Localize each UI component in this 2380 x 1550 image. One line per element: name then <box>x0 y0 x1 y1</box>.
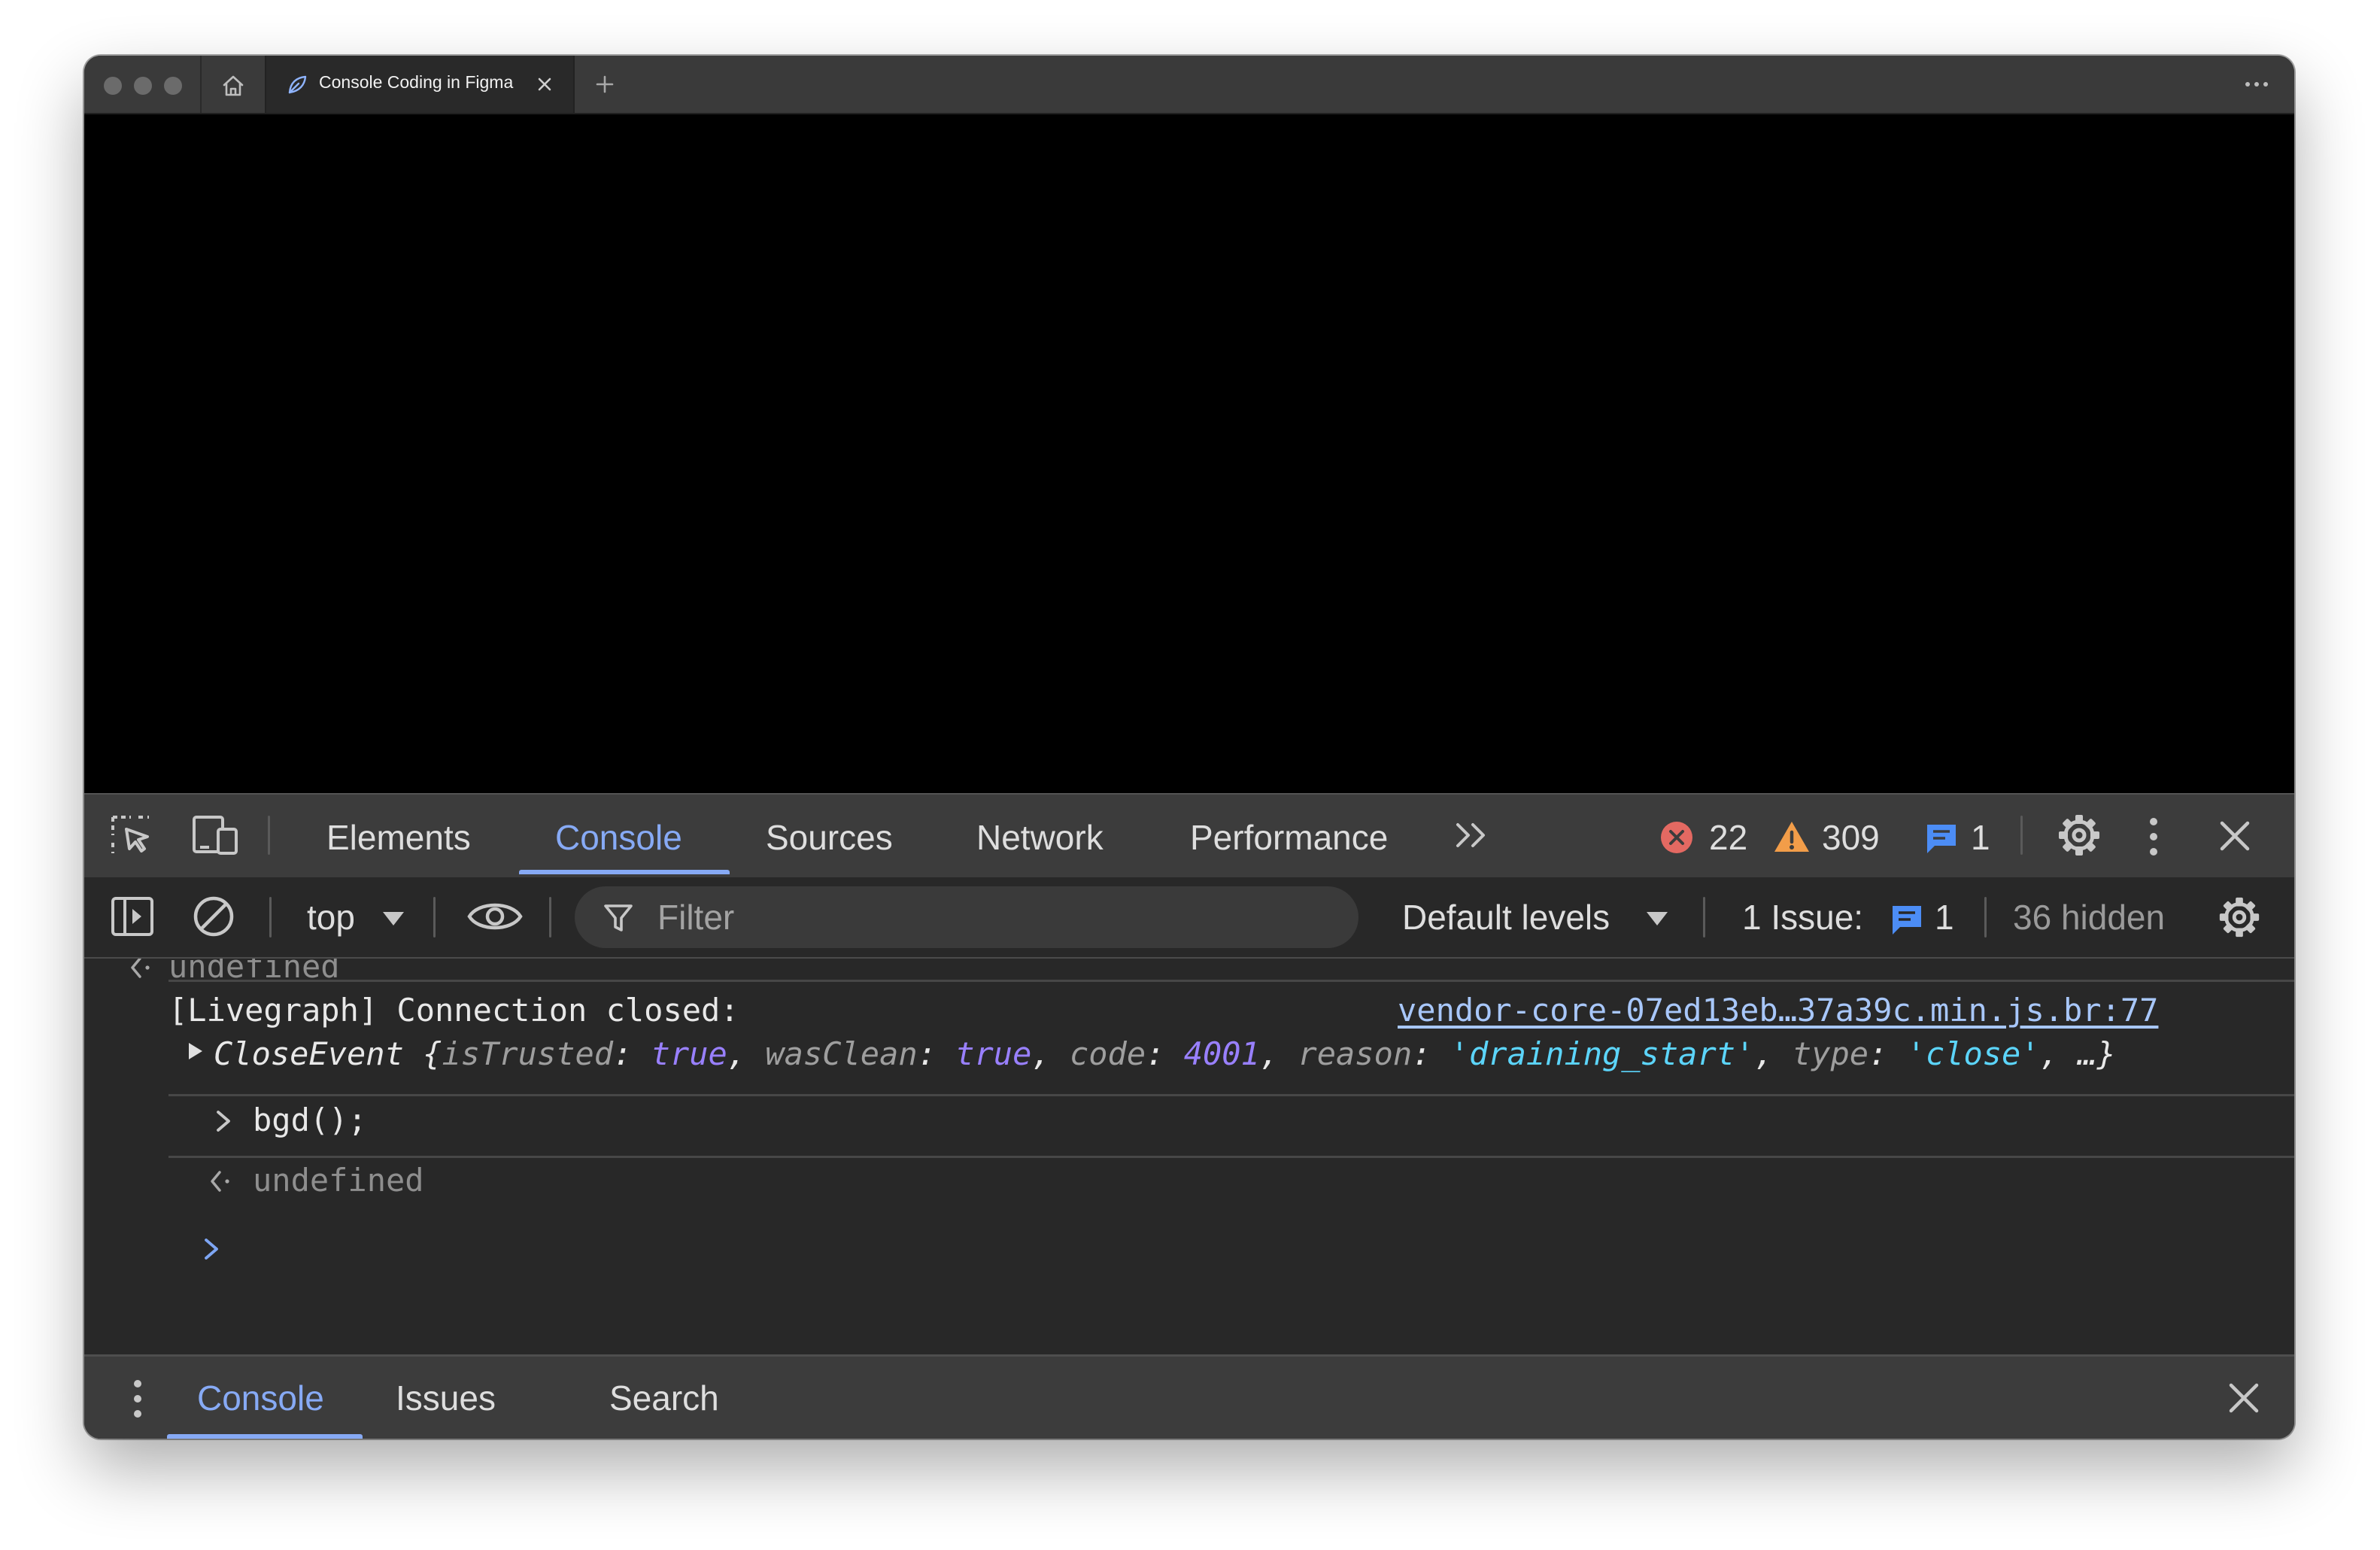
console-prompt-chevron-icon <box>205 1238 218 1260</box>
hidden-messages-count: 36 hidden <box>2013 898 2166 937</box>
tab-sources[interactable]: Sources <box>766 817 893 858</box>
title-bar: Console Coding in Figma <box>84 56 2294 114</box>
devtools-panel: Elements Console Sources Network Perform… <box>84 793 2294 1439</box>
kebab-menu-icon[interactable] <box>2142 814 2165 859</box>
drawer-tab-search[interactable]: Search <box>609 1378 719 1418</box>
titlebar-divider <box>200 56 202 113</box>
result-text: undefined <box>253 1162 424 1199</box>
settings-gear-icon[interactable] <box>2055 811 2103 859</box>
active-tab-indicator <box>519 870 730 874</box>
more-tabs-chevron-icon[interactable] <box>1452 817 1494 853</box>
browser-window: Console Coding in Figma Elements Console… <box>84 56 2294 1439</box>
live-expression-eye-icon[interactable] <box>466 895 524 938</box>
result-arrow-icon <box>131 959 150 978</box>
console-prompt-input[interactable] <box>253 1226 2208 1272</box>
input-command: bgd(); <box>253 1102 367 1138</box>
result-arrow-icon <box>211 1171 229 1192</box>
event-key-type: type <box>1792 1035 1869 1072</box>
devtools-tab-bar: Elements Console Sources Network Perform… <box>84 793 2294 879</box>
filter-input[interactable]: Filter <box>575 886 1358 948</box>
toolbar-divider <box>1984 897 1987 938</box>
drawer-menu-icon[interactable] <box>126 1376 149 1421</box>
device-toolbar-icon[interactable] <box>191 813 241 858</box>
page-viewport[interactable] <box>84 114 2294 793</box>
log-message: [Livegraph] Connection closed: <box>168 992 739 1029</box>
info-message-icon[interactable] <box>1924 822 1959 855</box>
filter-funnel-icon <box>604 904 633 932</box>
message-separator <box>168 980 2294 982</box>
console-toolbar: top Filter Default levels 1 Issue: 1 36 … <box>84 877 2294 959</box>
event-val-type: 'close' <box>1906 1035 2040 1072</box>
log-source-link[interactable]: vendor-core-07ed13eb…37a39c.min.js.br:77 <box>1398 992 2158 1029</box>
event-val-istrusted: true <box>651 1035 727 1072</box>
toolbar-divider <box>269 897 272 938</box>
issues-count[interactable]: 1 <box>1935 897 1954 938</box>
error-count[interactable]: 22 <box>1709 817 1747 858</box>
input-prompt-chevron-icon <box>217 1111 230 1132</box>
window-maximize-dot[interactable] <box>164 77 182 95</box>
sidebar-toggle-icon[interactable] <box>110 894 155 939</box>
console-output[interactable]: undefined [Livegraph] Connection closed:… <box>84 959 2294 1354</box>
toolbar-divider <box>268 816 270 855</box>
window-minimize-dot[interactable] <box>134 77 152 95</box>
event-val-wasclean: true <box>955 1035 1032 1072</box>
drawer-tab-issues[interactable]: Issues <box>396 1378 496 1418</box>
event-val-code: 4001 <box>1183 1035 1260 1072</box>
context-selector[interactable]: top <box>307 897 355 938</box>
close-event-preview[interactable]: CloseEvent {isTrusted: true, wasClean: t… <box>214 1035 2116 1072</box>
event-key-wasclean: wasClean <box>765 1035 918 1072</box>
tab-close-icon[interactable] <box>534 74 555 95</box>
event-open-brace: { <box>423 1035 442 1072</box>
figma-leaf-icon <box>288 75 307 94</box>
chevron-down-icon[interactable] <box>381 909 406 928</box>
event-key-code: code <box>1069 1035 1146 1072</box>
console-settings-gear-icon[interactable] <box>2216 894 2263 941</box>
toolbar-divider <box>2020 816 2023 855</box>
chevron-down-icon[interactable] <box>1644 909 1670 928</box>
error-icon[interactable] <box>1659 820 1694 855</box>
drawer-tab-console[interactable]: Console <box>197 1378 324 1418</box>
toolbar-divider <box>549 897 551 938</box>
tab-performance[interactable]: Performance <box>1190 817 1388 858</box>
browser-menu-icon[interactable] <box>2242 72 2272 96</box>
tab-elements[interactable]: Elements <box>326 817 471 858</box>
message-separator <box>168 1156 2294 1158</box>
tab-title: Console Coding in Figma <box>319 72 514 92</box>
browser-tab[interactable]: Console Coding in Figma <box>265 56 575 113</box>
tab-console[interactable]: Console <box>555 817 682 858</box>
toolbar-divider <box>433 897 436 938</box>
close-devtools-icon[interactable] <box>2218 819 2252 853</box>
home-icon[interactable] <box>218 71 248 101</box>
drawer-active-indicator <box>167 1434 363 1439</box>
clear-console-icon[interactable] <box>191 894 236 939</box>
filter-placeholder: Filter <box>657 898 735 937</box>
warning-icon[interactable] <box>1772 819 1811 855</box>
info-count[interactable]: 1 <box>1971 817 1990 858</box>
close-drawer-icon[interactable] <box>2227 1381 2261 1415</box>
toolbar-divider <box>1703 897 1705 938</box>
window-close-dot[interactable] <box>104 77 122 95</box>
event-key-reason: reason <box>1298 1035 1413 1072</box>
issues-label[interactable]: 1 Issue: <box>1742 897 1863 938</box>
message-separator <box>168 1094 2294 1096</box>
issue-message-icon[interactable] <box>1890 903 1924 936</box>
event-key-istrusted: isTrusted <box>442 1035 614 1072</box>
new-tab-icon[interactable] <box>593 72 617 96</box>
event-val-reason: 'draining_start' <box>1450 1035 1755 1072</box>
inspect-element-icon[interactable] <box>108 813 153 858</box>
event-class-name: CloseEvent <box>214 1035 404 1072</box>
devtools-drawer: Console Issues Search <box>84 1354 2294 1439</box>
tab-network[interactable]: Network <box>976 817 1103 858</box>
log-levels-dropdown[interactable]: Default levels <box>1402 897 1610 938</box>
expand-triangle-icon[interactable] <box>184 1040 206 1062</box>
event-ellipsis: …} <box>2078 1035 2116 1072</box>
warning-count[interactable]: 309 <box>1822 817 1880 858</box>
